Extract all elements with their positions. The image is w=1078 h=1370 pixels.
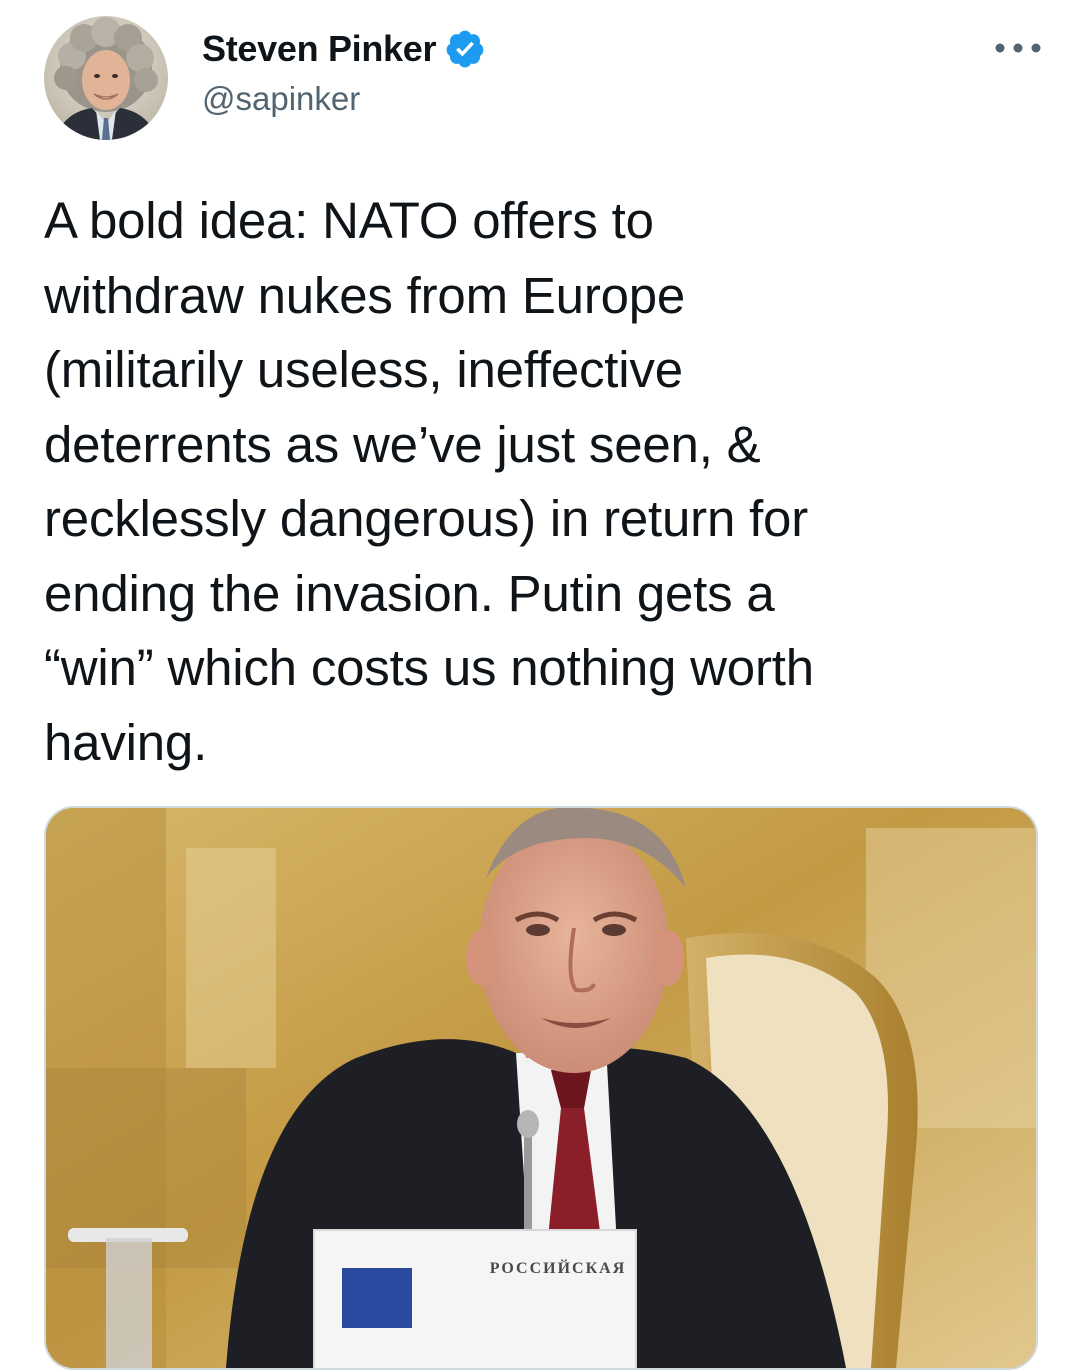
- tweet-media-image[interactable]: РОССИЙСКАЯ: [44, 806, 1038, 1370]
- nameplate-label: РОССИЙСКАЯ: [489, 1260, 627, 1277]
- author-handle[interactable]: @sapinker: [202, 80, 360, 118]
- more-options-icon: [995, 43, 1041, 53]
- verified-badge-icon: [444, 28, 486, 70]
- more-options-button[interactable]: [990, 28, 1046, 68]
- author-display-name[interactable]: Steven Pinker: [202, 28, 437, 70]
- avatar-photo: [44, 16, 168, 140]
- tweet-text: A bold idea: NATO offers to withdraw nuk…: [44, 192, 814, 771]
- tweet-card: Steven Pinker @sapinker A bold idea: NAT…: [0, 0, 1078, 1370]
- author-name-row: Steven Pinker: [202, 24, 486, 74]
- media-photo: [46, 808, 1036, 1368]
- author-avatar[interactable]: [44, 16, 168, 140]
